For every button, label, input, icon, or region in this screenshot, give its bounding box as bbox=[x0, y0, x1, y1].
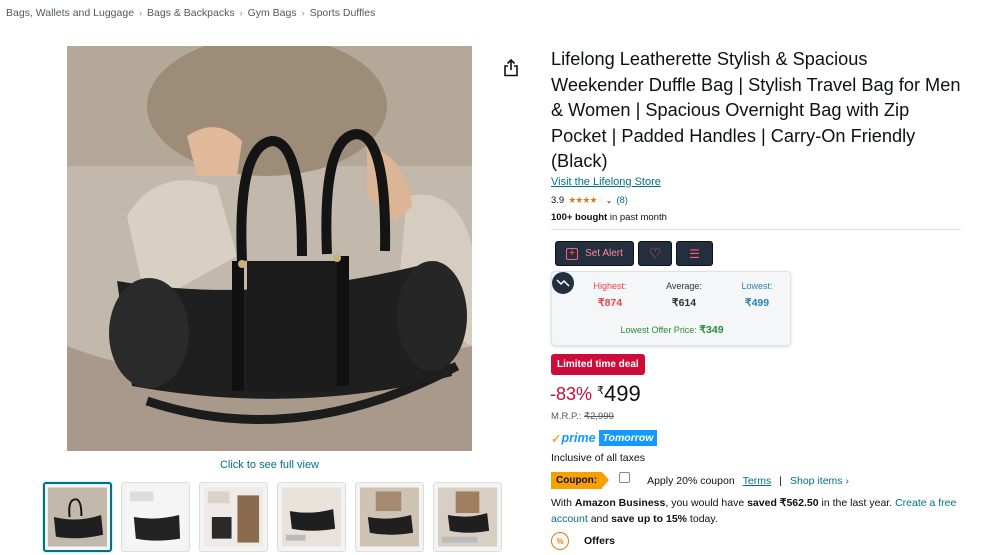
business-brand: Amazon Business bbox=[574, 497, 666, 509]
thumbnail-1[interactable] bbox=[43, 482, 112, 552]
lowest-offer-value: ₹349 bbox=[699, 324, 724, 336]
prime-delivery-day: Tomorrow bbox=[598, 430, 658, 446]
breadcrumb: Bags, Wallets and Luggage › Bags & Backp… bbox=[6, 7, 375, 19]
star-icon: ★ bbox=[575, 195, 583, 205]
plus-icon: + bbox=[566, 247, 579, 260]
coupon-checkbox[interactable] bbox=[619, 471, 631, 483]
thumbnail-5[interactable] bbox=[355, 482, 424, 552]
business-saved-amount: saved ₹562.50 bbox=[747, 497, 819, 509]
bought-count: 100+ bought bbox=[551, 212, 608, 223]
price-row: -83% ₹ 499 bbox=[550, 381, 641, 407]
share-icon[interactable] bbox=[503, 58, 519, 77]
lowest-offer-label: Lowest Offer Price: bbox=[620, 325, 697, 335]
main-product-image[interactable] bbox=[67, 46, 472, 451]
highest-price-stat: Highest: ₹874 bbox=[575, 281, 645, 309]
lowest-label: Lowest: bbox=[741, 281, 773, 291]
coupon-tag: Coupon: bbox=[551, 472, 610, 489]
lowest-price-stat: Lowest: ₹499 bbox=[722, 281, 792, 309]
mrp: M.R.P.: ₹2,999 bbox=[551, 411, 614, 422]
lowest-offer-price: Lowest Offer Price: ₹349 bbox=[552, 324, 792, 336]
list-icon: ☰ bbox=[689, 246, 700, 261]
star-icon: ★ bbox=[589, 195, 597, 205]
breadcrumb-item-gym-bags[interactable]: Gym Bags bbox=[248, 7, 297, 19]
price-tracker-logo-icon bbox=[552, 272, 574, 294]
offers-percent-icon: % bbox=[551, 532, 569, 550]
set-alert-button[interactable]: + Set Alert bbox=[555, 241, 634, 266]
average-price-stat: Average: ₹614 bbox=[649, 281, 719, 309]
prime-word: prime bbox=[561, 431, 596, 445]
coupon-separator: | bbox=[779, 474, 782, 487]
star-icon: ★ bbox=[568, 195, 576, 205]
price-history-panel: Highest: ₹874 Average: ₹614 Lowest: ₹499… bbox=[551, 271, 791, 346]
star-rating[interactable]: ★ ★ ★ ★ ☆ bbox=[568, 195, 605, 206]
bought-suffix: in past month bbox=[607, 212, 667, 223]
breadcrumb-separator: › bbox=[239, 8, 243, 18]
breadcrumb-separator: › bbox=[301, 8, 305, 18]
coupon-apply-label[interactable]: Apply 20% coupon bbox=[647, 475, 735, 487]
business-text: With bbox=[551, 497, 575, 509]
lowest-value: ₹499 bbox=[744, 297, 770, 309]
price-value: 499 bbox=[604, 381, 641, 406]
coupon-row: Coupon: Apply 20% coupon Terms | Shop it… bbox=[551, 471, 849, 489]
breadcrumb-item-sports-duffles[interactable]: Sports Duffles bbox=[310, 7, 376, 19]
divider bbox=[551, 229, 961, 230]
breadcrumb-item-bags-wallets-luggage[interactable]: Bags, Wallets and Luggage bbox=[6, 7, 134, 19]
amazon-business-savings: With Amazon Business, you would have sav… bbox=[551, 495, 971, 527]
business-save-up-to: save up to 15% bbox=[611, 513, 688, 525]
product-title: Lifelong Leatherette Stylish & Spacious … bbox=[551, 49, 961, 172]
chevron-down-icon[interactable]: ⌄ bbox=[606, 196, 613, 205]
rating-row[interactable]: 3.9 ★ ★ ★ ★ ☆ ⌄ (8) bbox=[551, 195, 628, 206]
breadcrumb-item-bags-backpacks[interactable]: Bags & Backpacks bbox=[147, 7, 235, 19]
offers-section: % Offers bbox=[551, 532, 615, 550]
business-text: , you would have bbox=[665, 497, 748, 509]
thumbnail-6[interactable] bbox=[433, 482, 502, 552]
highest-value: ₹874 bbox=[597, 297, 623, 309]
star-icon: ★ bbox=[582, 195, 590, 205]
highest-label: Highest: bbox=[593, 281, 627, 291]
click-full-view-link[interactable]: Click to see full view bbox=[67, 459, 472, 471]
inclusive-taxes: Inclusive of all taxes bbox=[551, 452, 645, 464]
heart-icon: ♡ bbox=[648, 245, 662, 261]
currency-symbol: ₹ bbox=[597, 385, 605, 397]
offers-heading: Offers bbox=[584, 535, 615, 547]
thumbnail-2[interactable] bbox=[121, 482, 190, 552]
shop-items-link[interactable]: Shop items › bbox=[790, 475, 849, 487]
average-value: ₹614 bbox=[671, 297, 697, 309]
mrp-label: M.R.P.: bbox=[551, 411, 582, 422]
limited-time-deal-badge: Limited time deal bbox=[551, 354, 645, 375]
mrp-value: ₹2,999 bbox=[584, 411, 614, 422]
list-button[interactable]: ☰ bbox=[676, 241, 713, 266]
average-label: Average: bbox=[666, 281, 702, 291]
rating-count-link[interactable]: (8) bbox=[616, 195, 628, 206]
bought-in-past-month: 100+ bought in past month bbox=[551, 212, 667, 223]
star-icon: ☆ bbox=[596, 195, 605, 205]
set-alert-label: Set Alert bbox=[585, 248, 623, 259]
business-text: in the last year. bbox=[818, 497, 896, 509]
rating-value: 3.9 bbox=[551, 195, 565, 206]
wishlist-button[interactable]: ♡ bbox=[638, 241, 672, 266]
breadcrumb-separator: › bbox=[139, 8, 143, 18]
thumbnail-3[interactable] bbox=[199, 482, 268, 552]
prime-delivery-badge[interactable]: ✓ prime Tomorrow bbox=[551, 430, 658, 446]
coupon-terms-link[interactable]: Terms bbox=[743, 475, 772, 487]
business-text: and bbox=[587, 513, 612, 525]
prime-check-icon: ✓ bbox=[551, 431, 562, 446]
prime-logo: ✓ prime bbox=[551, 431, 596, 446]
thumbnail-strip bbox=[43, 482, 511, 552]
visit-store-link[interactable]: Visit the Lifelong Store bbox=[551, 176, 661, 188]
discount-percent: -83% bbox=[550, 384, 593, 404]
business-text: today. bbox=[687, 513, 718, 525]
thumbnail-4[interactable] bbox=[277, 482, 346, 552]
